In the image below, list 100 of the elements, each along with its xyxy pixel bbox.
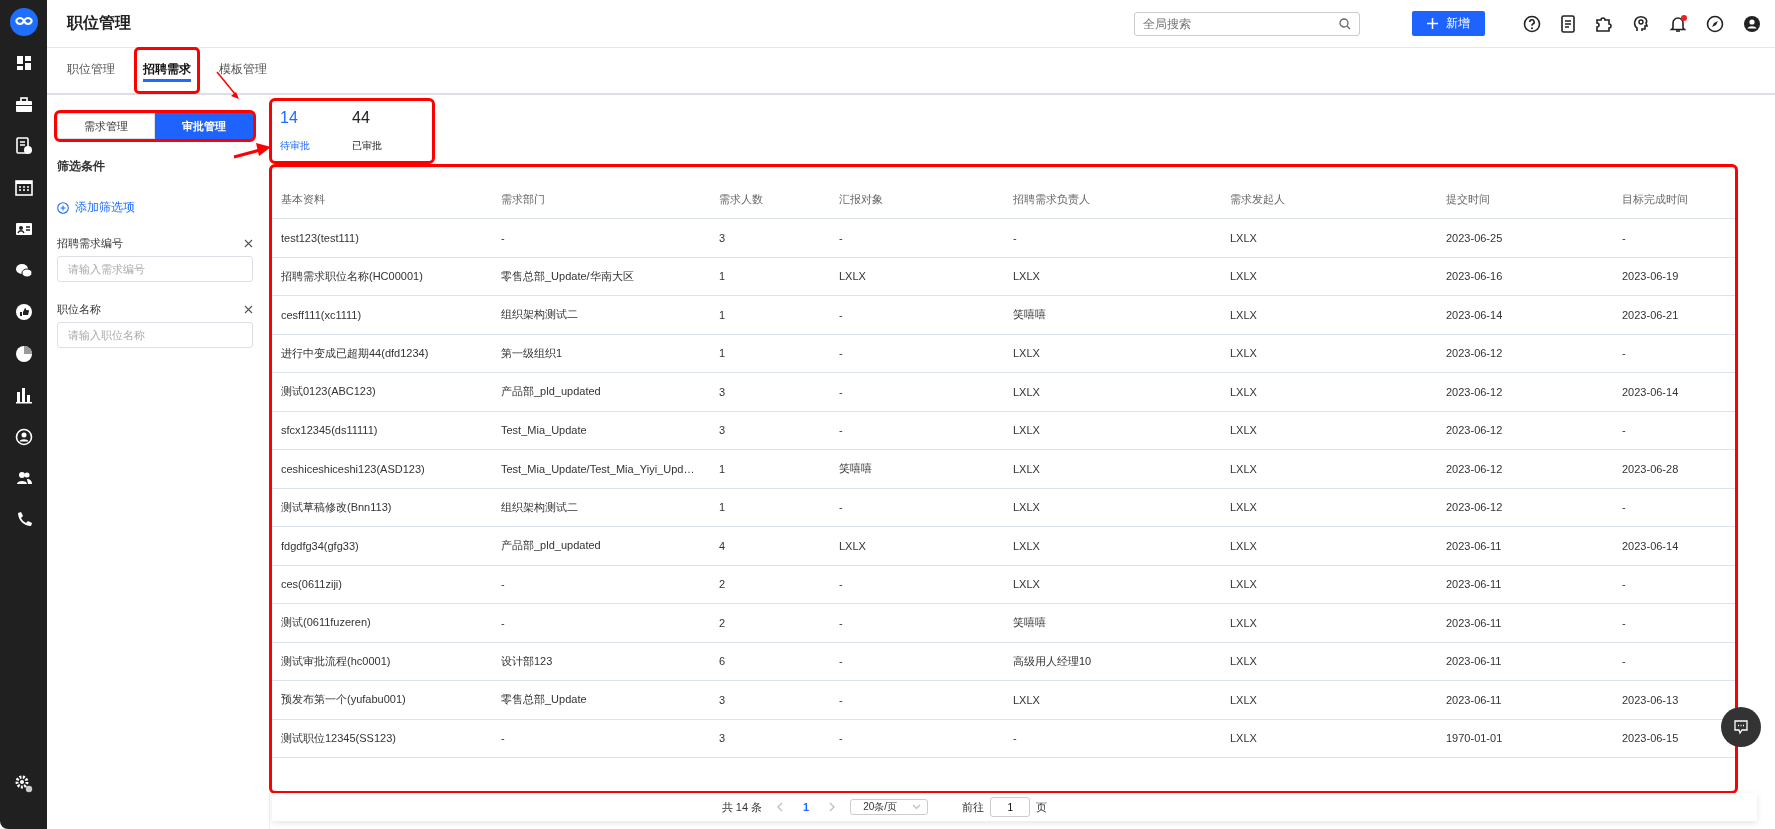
dashboard-icon[interactable] [14,54,33,72]
table-cell: - [830,411,1004,450]
table-cell: 2023-06-12 [1437,488,1613,527]
table-cell: fdgdfg34(gfg33) [272,526,492,565]
input-field[interactable]: 请输入职位名称 [57,322,253,348]
user-avatar-icon[interactable] [1743,14,1761,33]
total-count: 共 14 条 [721,799,763,815]
mode-option[interactable]: 需求管理 [57,113,155,139]
settings-icon[interactable] [13,773,34,794]
column-header: 提交时间 [1437,180,1613,219]
table-cell: 2023-06-11 [1437,565,1613,604]
chat-icon [1733,719,1749,735]
user-circle-icon[interactable] [14,427,33,446]
table-cell: LXLX [1221,372,1437,411]
users-icon[interactable] [14,469,33,487]
table-cell: LXLX [1221,526,1437,565]
page-number[interactable]: 1 [797,800,816,814]
table-cell: LXLX [1221,411,1437,450]
table-cell: LXLX [1004,565,1221,604]
input-field[interactable]: 请输入需求编号 [57,256,253,282]
briefcase-icon[interactable] [14,95,33,114]
column-header: 汇报对象 [830,180,1004,219]
mode-option[interactable]: 审批管理 [155,113,253,139]
document-lock-icon[interactable] [14,137,33,155]
column-header: 需求发起人 [1221,180,1437,219]
table-cell: - [1613,603,1735,642]
thumbs-up-icon[interactable] [14,303,33,321]
puzzle-icon[interactable] [1595,14,1613,33]
table-cell: 测试0123(ABC123) [272,372,492,411]
table-cell: - [830,295,1004,334]
table-cell: sfcx12345(ds11111) [272,411,492,450]
table-cell: LXLX [1004,526,1221,565]
table-cell: 招聘需求职位名称(HC00001) [272,257,492,296]
table-cell: LXLX [1004,449,1221,488]
table-cell: LXLX [1221,680,1437,719]
table-cell: - [492,603,710,642]
table-cell: LXLX [1004,488,1221,527]
table-cell: - [830,488,1004,527]
table-cell: - [830,642,1004,681]
calendar-icon[interactable] [14,178,33,197]
table-cell: 2023-06-16 [1437,257,1613,296]
close-icon[interactable] [244,239,253,248]
table-cell: 组织架构测试二 [492,295,710,334]
column-header: 需求部门 [492,180,710,219]
table-cell: 2 [710,565,830,604]
search-field[interactable]: 全局搜索 [1134,11,1360,36]
table-cell: 组织架构测试二 [492,488,710,527]
stat-tab[interactable]: 14 待审批 [280,109,310,153]
table-cell: - [1613,565,1735,604]
table-cell: LXLX [830,257,1004,296]
compass-icon[interactable] [1706,14,1724,33]
table-cell: 2023-06-21 [1613,295,1735,334]
table-cell: 笑嘻嘻 [830,449,1004,488]
table-cell: 1 [710,449,830,488]
bell-icon[interactable] [1669,14,1687,33]
goto-label: 前往 [962,799,985,815]
stat-tab[interactable]: 44 已审批 [352,109,382,153]
notes-icon[interactable] [1560,14,1576,33]
table-cell: - [830,565,1004,604]
field-label: 职位名称 [57,302,101,317]
tab[interactable]: 招聘需求 [135,48,199,93]
table-cell: 2023-06-11 [1437,526,1613,565]
column-header: 需求人数 [710,180,830,219]
table-cell: 2023-06-12 [1437,411,1613,450]
logo-icon[interactable] [9,8,38,36]
table-cell: ces(0611ziji) [272,565,492,604]
help-icon[interactable] [1523,14,1541,33]
plus-circle-icon [57,201,69,214]
id-card-icon[interactable] [14,220,33,238]
add-button[interactable]: 新增 [1412,11,1485,36]
table-cell: - [830,603,1004,642]
bar-chart-icon[interactable] [14,386,33,404]
pie-chart-icon[interactable] [14,344,33,363]
table-cell: 零售总部_Update/华南大区 [492,257,710,296]
column-header: 基本资料 [272,180,492,219]
page-input[interactable]: 1 [990,797,1031,817]
table-cell: 测试职位12345(SS123) [272,719,492,758]
table-cell: LXLX [830,526,1004,565]
tab[interactable]: 模板管理 [211,48,275,93]
table-cell: - [830,218,1004,257]
chat-bubbles-icon[interactable] [14,261,33,280]
head-gear-icon[interactable] [1632,14,1650,33]
table-cell: 测试审批流程(hc0001) [272,642,492,681]
table-cell: 第一级组织1 [492,334,710,373]
table-cell: - [492,218,710,257]
table-cell: - [1613,411,1735,450]
tab[interactable]: 职位管理 [59,48,123,93]
table-cell: ceshiceshiceshi123(ASD123) [272,449,492,488]
search-icon[interactable] [1339,17,1351,30]
column-header: 目标完成时间 [1613,180,1735,219]
table-cell: 笑嘻嘻 [1004,295,1221,334]
table-cell: Test_Mia_Update/Test_Mia_Yiyi_Upd… [492,449,710,488]
table-cell: 设计部123 [492,642,710,681]
add-filter-link[interactable]: 添加筛选项 [57,199,135,216]
close-icon[interactable] [244,305,253,314]
page-size-select[interactable]: 20条/页 [850,799,929,815]
table-cell: 进行中变成已超期44(dfd1234) [272,334,492,373]
table-cell: LXLX [1004,372,1221,411]
table-cell: 测试(0611fuzeren) [272,603,492,642]
table-cell: LXLX [1004,334,1221,373]
